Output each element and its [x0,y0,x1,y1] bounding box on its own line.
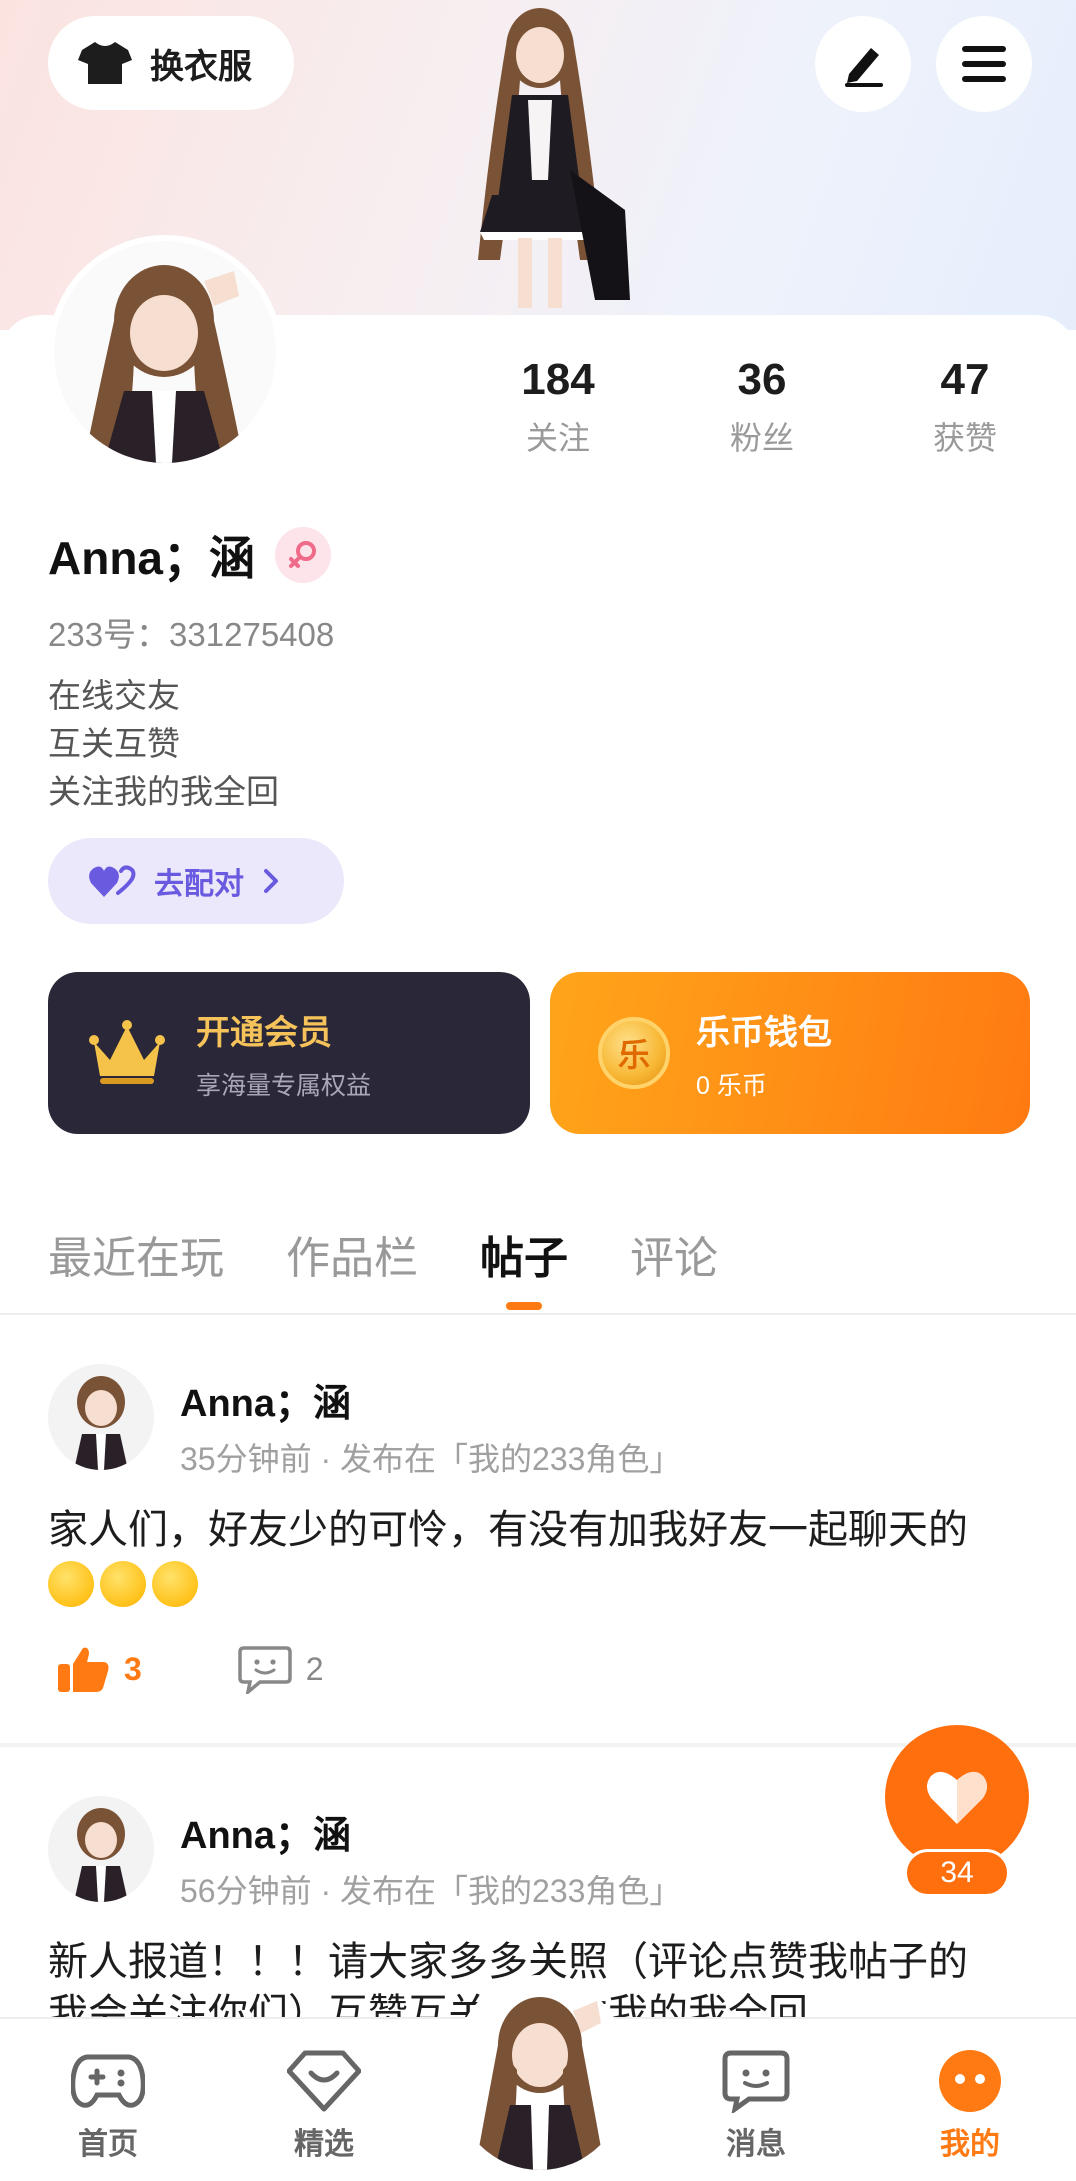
bio-line: 在线交友 [48,677,180,714]
thumbs-up-icon[interactable] [56,1644,110,1694]
bio-line: 互关互赞 [48,725,180,762]
stat-fans[interactable]: 36 粉丝 [682,355,842,459]
post-meta: 56分钟前 · 发布在「我的233角色」 [180,1873,682,1909]
post-author[interactable]: Anna；涵 [180,1804,351,1859]
stat-label: 获赞 [932,420,997,456]
character-figure[interactable] [420,0,660,315]
divider [0,1313,1076,1315]
match-button[interactable]: 去配对 [48,838,344,924]
vip-subtitle: 享海量专属权益 [196,1071,372,1100]
profile-name-row: Anna；涵 [48,522,331,588]
nav-featured[interactable]: 精选 [264,2049,384,2163]
menu-icon [962,46,1006,82]
female-gender-icon [275,527,331,583]
tab-posts[interactable]: 帖子 [480,1222,568,1286]
crown-icon [89,1020,165,1084]
tshirt-icon [78,42,132,84]
post-actions: 3 2 [56,1644,324,1694]
bio-line: 关注我的我全回 [48,773,279,810]
vip-membership-card[interactable]: 开通会员 享海量专属权益 [48,972,530,1134]
kiss-emoji-icon [152,1561,198,1608]
change-outfit-label: 换衣服 [150,47,252,86]
heart-diamond-icon [287,2050,361,2112]
double-heart-icon [89,865,136,897]
nav-home[interactable]: 首页 [48,2049,168,2163]
stat-value: 184 [521,355,595,404]
profile-name: Anna；涵 [48,532,255,584]
chat-icon [722,2050,790,2113]
coin-icon: 乐 [598,1017,670,1089]
edit-profile-button[interactable] [815,16,911,112]
heart-icon [927,1771,987,1824]
stat-following[interactable]: 184 关注 [478,355,638,459]
menu-button[interactable] [936,16,1032,112]
nav-label: 我的 [940,2128,1000,2161]
post-author[interactable]: Anna；涵 [180,1372,351,1427]
floating-like-count: 34 [904,1849,1010,1897]
nav-messages[interactable]: 消息 [696,2049,816,2163]
coin-char: 乐 [617,1037,650,1073]
nav-avatar-center[interactable] [455,1975,625,2170]
comment-icon[interactable] [238,1644,292,1694]
post-text-content: 新人报道！！！请大家多多关照（评论点赞我帖子的 [48,1940,968,1984]
chevron-right-icon [264,869,278,893]
post-avatar[interactable] [48,1364,154,1470]
kiss-emoji-icon [48,1561,94,1608]
change-outfit-button[interactable]: 换衣服 [48,16,294,110]
comment-count: 2 [305,1650,324,1687]
post-text: 家人们，好友少的可怜，有没有加我好友一起聊天的 [48,1504,1028,1608]
user-id: 233号：331275408 [48,616,335,653]
wallet-card[interactable]: 乐 乐币钱包 0 乐币 [550,972,1030,1134]
wallet-title: 乐币钱包 [696,1013,832,1052]
floating-like-button[interactable] [885,1725,1029,1869]
stat-label: 关注 [525,420,590,456]
gamepad-icon [71,2054,145,2108]
pencil-icon [845,48,883,87]
tab-comments[interactable]: 评论 [630,1222,718,1286]
nav-label: 首页 [78,2128,138,2161]
vip-title: 开通会员 [196,1013,332,1052]
nav-label: 精选 [294,2128,354,2161]
nav-me[interactable]: 我的 [910,2049,1030,2163]
post-meta: 35分钟前 · 发布在「我的233角色」 [180,1441,682,1477]
post-text-content: 家人们，好友少的可怜，有没有加我好友一起聊天的 [48,1508,968,1552]
kiss-emoji-icon [100,1561,146,1608]
profile-dots-icon [939,2050,1001,2112]
match-label: 去配对 [154,868,244,901]
profile-tabs: 最近在玩 作品栏 帖子 评论 [48,1222,718,1286]
stat-label: 粉丝 [729,420,794,456]
tab-recently-played[interactable]: 最近在玩 [48,1222,224,1286]
wallet-balance: 0 乐币 [696,1071,767,1100]
bio: 在线交友 互关互赞 关注我的我全回 [48,672,279,816]
stat-value: 36 [737,355,787,404]
stat-value: 47 [940,355,990,404]
stat-likes[interactable]: 47 获赞 [885,355,1045,459]
tab-works[interactable]: 作品栏 [286,1222,418,1286]
avatar[interactable] [48,235,282,469]
like-count: 3 [124,1650,142,1687]
nav-label: 消息 [726,2128,786,2161]
post-avatar[interactable] [48,1796,154,1902]
